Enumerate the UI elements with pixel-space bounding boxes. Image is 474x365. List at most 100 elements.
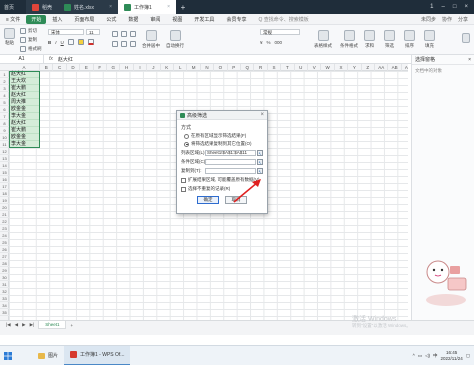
list-range-input[interactable]: Sheet1!$A$1:$A$11 <box>205 150 257 156</box>
row-header-25[interactable]: 25 <box>0 239 9 246</box>
border-icon[interactable] <box>67 39 74 45</box>
taskbar-item-wps[interactable]: 工作簿1 - WPS Of... <box>64 345 131 365</box>
taskbar-item-pictures[interactable]: 图片 <box>32 346 64 365</box>
column-header-q[interactable]: Q <box>241 64 255 71</box>
chevron-up-icon[interactable]: ^ <box>413 353 415 358</box>
row-header-9[interactable]: 9 <box>0 127 9 134</box>
align-bottom-icon[interactable] <box>130 31 136 37</box>
cut-button[interactable]: 剪切 <box>20 28 37 34</box>
close-icon[interactable]: × <box>167 4 170 10</box>
row-header-12[interactable]: 12 <box>0 148 9 155</box>
menu-developer[interactable]: 开发工具 <box>188 16 220 23</box>
row-header-34[interactable]: 34 <box>0 302 9 309</box>
ribbon-expand-icon[interactable] <box>462 33 470 43</box>
column-header-j[interactable]: J <box>147 64 161 71</box>
menu-review[interactable]: 审阅 <box>144 16 166 23</box>
cancel-button[interactable]: 取消 <box>225 196 247 204</box>
row-header-27[interactable]: 27 <box>0 253 9 260</box>
row-header-11[interactable]: 11 <box>0 141 9 148</box>
thousands-icon[interactable]: 000 <box>275 40 283 45</box>
cell-a8[interactable]: 赵大红 <box>9 120 40 127</box>
column-header-b[interactable]: B <box>40 64 54 71</box>
menu-file[interactable]: ≡ 文件 <box>0 16 26 23</box>
align-middle-icon[interactable] <box>121 31 127 37</box>
row-header-1[interactable]: 1 <box>0 71 9 78</box>
range-picker-icon[interactable]: ↖ <box>257 150 263 156</box>
column-header-f[interactable]: F <box>94 64 107 71</box>
copy-to-input[interactable] <box>204 168 257 174</box>
row-header-29[interactable]: 29 <box>0 267 9 274</box>
row-header-31[interactable]: 31 <box>0 281 9 288</box>
column-header-g[interactable]: G <box>107 64 121 71</box>
wrap-button[interactable]: 自动换行 <box>166 30 184 49</box>
ime-indicator[interactable]: 中 <box>433 353 438 359</box>
sum-button[interactable]: 求和 <box>364 30 375 49</box>
menu-view[interactable]: 视图 <box>166 16 188 23</box>
radio-in-place[interactable]: 在原有区域显示筛选结果(F) <box>184 133 263 139</box>
row-header-16[interactable]: 16 <box>0 176 9 183</box>
close-window-icon[interactable]: × <box>464 4 468 10</box>
tab-names-xlsx[interactable]: 姓名.xlsx × <box>58 0 119 14</box>
dialog-close-icon[interactable]: × <box>260 112 264 118</box>
dialog-titlebar[interactable]: 高级筛选 × <box>177 111 267 120</box>
column-header-v[interactable]: V <box>308 64 322 71</box>
column-header-aa[interactable]: AA <box>375 64 389 71</box>
fill-button[interactable]: 填充 <box>424 30 435 49</box>
column-header-k[interactable]: K <box>161 64 174 71</box>
range-picker-icon[interactable]: ↖ <box>257 168 263 174</box>
volume-icon[interactable]: ◁) <box>425 353 430 359</box>
formula-input[interactable]: 赵大红 <box>58 56 73 63</box>
row-header-23[interactable]: 23 <box>0 225 9 232</box>
row-header-7[interactable]: 7 <box>0 113 9 120</box>
row-header-3[interactable]: 3 <box>0 85 9 92</box>
network-icon[interactable]: ▭ <box>418 353 422 359</box>
column-header-e[interactable]: E <box>80 64 94 71</box>
nav-prev-icon[interactable]: ◀ <box>15 322 18 328</box>
row-header-2[interactable]: 2 <box>0 78 9 85</box>
name-box[interactable]: A1 <box>0 54 44 64</box>
column-header-l[interactable]: L <box>174 64 188 71</box>
row-header-30[interactable]: 30 <box>0 274 9 281</box>
criteria-range-input[interactable] <box>205 159 257 165</box>
radio-copy-to[interactable]: 将筛选结果复制到其它位置(O) <box>184 141 263 147</box>
menu-data[interactable]: 数据 <box>122 16 144 23</box>
range-picker-icon[interactable]: ↖ <box>257 159 263 165</box>
column-header-m[interactable]: M <box>187 64 201 71</box>
copy-button[interactable]: 复制 <box>20 37 37 43</box>
row-header-22[interactable]: 22 <box>0 218 9 225</box>
collab-button[interactable]: 协作 <box>442 16 452 23</box>
column-header-c[interactable]: C <box>53 64 67 71</box>
row-header-33[interactable]: 33 <box>0 295 9 302</box>
tab-workbook1[interactable]: 工作簿1 × <box>118 0 177 14</box>
row-header-14[interactable]: 14 <box>0 162 9 169</box>
cell-a7[interactable]: 李大金 <box>9 113 40 120</box>
tab-home[interactable]: 首页 <box>0 0 26 14</box>
row-header-6[interactable]: 6 <box>0 106 9 113</box>
font-name-select[interactable]: 宋体 <box>48 29 84 35</box>
cell-a3[interactable]: 崔大鹏 <box>9 85 40 92</box>
cell-a2[interactable]: 王大欢 <box>9 78 40 85</box>
add-sheet-button[interactable]: + <box>70 323 73 328</box>
row-header-32[interactable]: 32 <box>0 288 9 295</box>
merge-button[interactable]: 合并居中 <box>142 30 160 49</box>
column-header-a[interactable]: A <box>9 64 40 71</box>
maximize-icon[interactable]: □ <box>453 4 457 10</box>
cell-a11[interactable]: 李大金 <box>9 141 40 148</box>
cell-a1[interactable]: 赵大红 <box>9 71 40 78</box>
bold-icon[interactable]: B <box>48 40 51 45</box>
column-header-ab[interactable]: AB <box>388 64 402 71</box>
nav-next-icon[interactable]: ▶ <box>22 322 25 328</box>
minimize-icon[interactable]: – <box>442 4 445 10</box>
align-left-icon[interactable] <box>112 41 118 47</box>
expand-result-checkbox[interactable]: 扩展结果区域, 可能覆盖原有数据(V) <box>181 177 263 183</box>
column-header-h[interactable]: H <box>120 64 134 71</box>
unique-records-checkbox[interactable]: 选择不重复的记录(R) <box>181 186 263 192</box>
menu-insert[interactable]: 插入 <box>46 16 68 23</box>
cell-a10[interactable]: 欧金金 <box>9 134 40 141</box>
menu-formula[interactable]: 公式 <box>100 16 122 23</box>
column-header-i[interactable]: I <box>134 64 148 71</box>
filter-button[interactable]: 筛选 <box>384 30 395 49</box>
notification-icon[interactable]: ▢ <box>466 353 470 359</box>
row-header-5[interactable]: 5 <box>0 99 9 106</box>
row-header-18[interactable]: 18 <box>0 190 9 197</box>
